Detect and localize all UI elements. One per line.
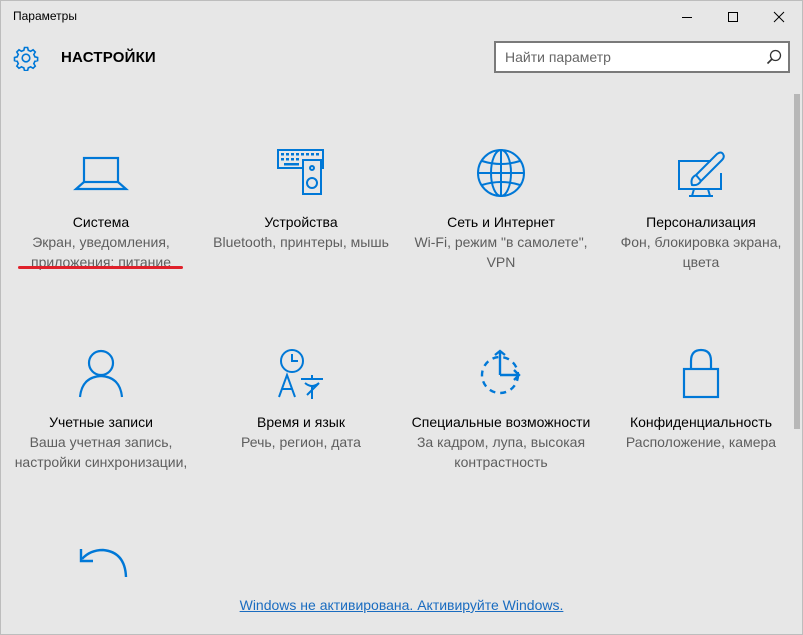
- globe-icon: [477, 149, 525, 197]
- search-input[interactable]: [496, 43, 758, 71]
- tile-ease-of-access-desc: За кадром, лупа, высокая контрастность: [416, 434, 586, 470]
- time-language-icon: [278, 349, 323, 399]
- maximize-icon: [728, 12, 738, 22]
- laptop-icon: [73, 156, 129, 191]
- tile-devices[interactable]: Устройства Bluetooth, принтеры, мышь: [203, 147, 399, 252]
- keyboard-speaker-icon: [277, 149, 324, 195]
- tile-personalization-desc: Фон, блокировка экрана, цвета: [620, 234, 782, 270]
- tile-accounts-desc: Ваша учетная запись, настройки синхрониз…: [14, 434, 188, 470]
- red-annotation-underline: [18, 266, 183, 269]
- tile-devices-desc: Bluetooth, принтеры, мышь: [213, 234, 389, 250]
- tile-privacy-name: Конфиденциальность: [629, 414, 772, 430]
- person-icon: [78, 349, 124, 398]
- tile-accounts[interactable]: Учетные записи Ваша учетная запись, наст…: [3, 347, 199, 472]
- page-title: НАСТРОЙКИ: [61, 49, 156, 66]
- paint-icon: [678, 151, 725, 197]
- settings-window: Параметры НАСТРОЙКИ Найти параметр Систе…: [0, 0, 803, 635]
- tile-privacy[interactable]: Конфиденциальность Расположение, камера: [603, 347, 799, 452]
- ease-of-access-icon: [480, 349, 521, 395]
- close-button[interactable]: [756, 1, 802, 33]
- activate-windows-link[interactable]: Windows не активирована. Активируйте Win…: [1, 597, 802, 613]
- tile-accounts-name: Учетные записи: [49, 414, 153, 430]
- tile-system-name: Система: [72, 214, 130, 230]
- update-security-icon[interactable]: [73, 544, 133, 584]
- tile-devices-name: Устройства: [264, 214, 338, 230]
- tile-time-language[interactable]: Время и язык Речь, регион, дата: [203, 347, 399, 452]
- maximize-button[interactable]: [710, 1, 756, 33]
- tile-time-language-name: Время и язык: [257, 414, 345, 430]
- tile-privacy-desc: Расположение, камера: [625, 434, 777, 450]
- lock-icon: [682, 348, 720, 399]
- close-icon: [773, 11, 785, 23]
- search-box[interactable]: [494, 41, 790, 73]
- tile-system[interactable]: Система Экран, уведомления, приложения; …: [3, 147, 199, 272]
- title-bar: Параметры: [1, 1, 802, 33]
- minimize-button[interactable]: [664, 1, 710, 33]
- tile-personalization[interactable]: Персонализация Фон, блокировка экрана, ц…: [603, 147, 799, 272]
- tile-personalization-name: Персонализация: [646, 214, 756, 230]
- search-icon[interactable]: [766, 49, 782, 65]
- tile-network-desc: Wi-Fi, режим "в самолете", VPN: [414, 234, 588, 270]
- tile-ease-of-access[interactable]: Специальные возможности За кадром, лупа,…: [403, 347, 599, 472]
- minimize-icon: [682, 17, 692, 18]
- tile-network-name: Сеть и Интернет: [447, 214, 555, 230]
- tile-ease-of-access-name: Специальные возможности: [411, 414, 591, 430]
- tile-network[interactable]: Сеть и Интернет Wi-Fi, режим "в самолете…: [403, 147, 599, 272]
- gear-icon: [13, 46, 39, 71]
- window-title: Параметры: [13, 9, 77, 23]
- tile-time-language-desc: Речь, регион, дата: [241, 434, 361, 450]
